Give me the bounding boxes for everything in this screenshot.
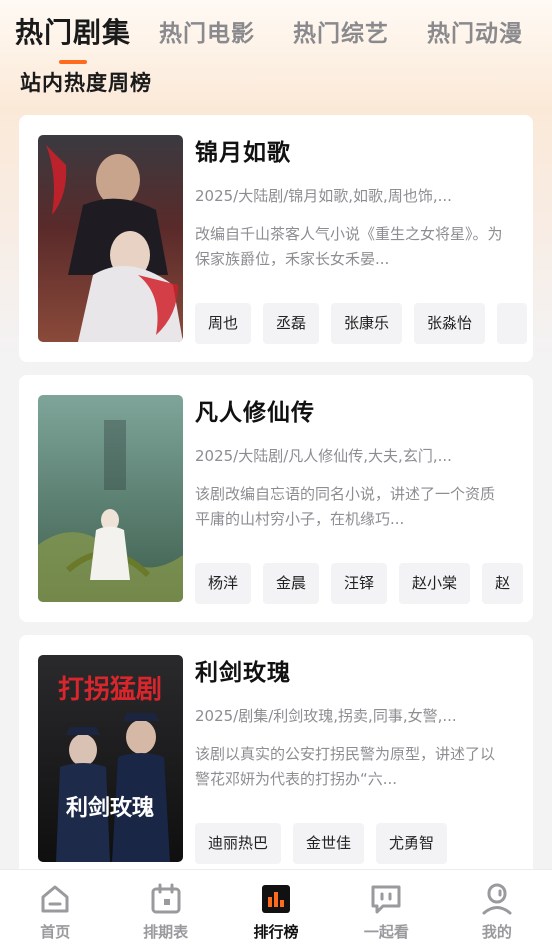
tabbar-label: 排期表 bbox=[143, 923, 189, 941]
show-description: 该剧改编自忘语的同名小说，讲述了一个资质平庸的山村穷小子，在机缘巧... bbox=[195, 485, 496, 528]
tabbar-ranking[interactable]: 排行榜 bbox=[221, 870, 331, 951]
actor-list: 杨洋 金晨 汪铎 赵小棠 赵 bbox=[195, 563, 533, 604]
tabbar-label: 首页 bbox=[40, 923, 71, 941]
category-tabs: 热门剧集 热门电影 热门综艺 热门动漫 bbox=[0, 0, 552, 62]
actor-tag[interactable]: 尤勇智 bbox=[376, 823, 448, 864]
show-card[interactable]: 锦月如歌 2025/大陆剧/锦月如歌,如歌,周也饰,... 改编自千山茶客人气小… bbox=[19, 115, 533, 362]
show-description: 该剧以真实的公安打拐民警为原型，讲述了以警花邓妍为代表的打拐办“六... bbox=[195, 745, 496, 788]
show-info: 利剑玫瑰 2025/剧集/利剑玫瑰,拐卖,同事,女警,... 该剧以真实的公安打… bbox=[195, 653, 515, 792]
show-title[interactable]: 凡人修仙传 bbox=[195, 393, 515, 427]
actor-tag[interactable]: 张康乐 bbox=[331, 303, 403, 344]
actor-tag[interactable]: 杨洋 bbox=[195, 563, 252, 604]
show-info: 凡人修仙传 2025/大陆剧/凡人修仙传,大夫,玄门,... 该剧改编自忘语的同… bbox=[195, 393, 515, 532]
calendar-icon bbox=[149, 882, 183, 916]
tab-hot-anime[interactable]: 热门动漫 bbox=[427, 14, 523, 48]
tabbar-label: 我的 bbox=[481, 923, 512, 941]
show-title[interactable]: 锦月如歌 bbox=[195, 133, 515, 167]
show-poster[interactable]: 打拐猛剧 利剑玫瑰 bbox=[38, 655, 183, 862]
actor-tag[interactable]: 周也 bbox=[195, 303, 252, 344]
poster-title-top: 打拐猛剧 bbox=[58, 675, 162, 705]
show-meta: 2025/剧集/利剑玫瑰,拐卖,同事,女警,... bbox=[195, 707, 457, 725]
tabbar-profile[interactable]: 我的 bbox=[442, 870, 552, 951]
tab-hot-series[interactable]: 热门剧集 bbox=[15, 11, 131, 51]
show-card[interactable]: 凡人修仙传 2025/大陆剧/凡人修仙传,大夫,玄门,... 该剧改编自忘语的同… bbox=[19, 375, 533, 622]
chart-icon bbox=[259, 882, 293, 916]
actor-list: 迪丽热巴 金世佳 尤勇智 bbox=[195, 823, 533, 864]
poster-title-bottom: 利剑玫瑰 bbox=[66, 795, 154, 821]
show-meta: 2025/大陆剧/凡人修仙传,大夫,玄门,... bbox=[195, 447, 452, 465]
tab-hot-movies[interactable]: 热门电影 bbox=[159, 14, 255, 48]
show-meta: 2025/大陆剧/锦月如歌,如歌,周也饰,... bbox=[195, 187, 452, 205]
show-poster[interactable] bbox=[38, 135, 183, 342]
actor-tag[interactable]: 赵小棠 bbox=[399, 563, 471, 604]
actor-tag[interactable]: 汪铎 bbox=[331, 563, 388, 604]
actor-tag[interactable]: 赵 bbox=[482, 563, 524, 604]
actor-tag[interactable]: 金晨 bbox=[263, 563, 320, 604]
bottom-tab-bar: 首页 排期表 排行榜 一起看 我的 bbox=[0, 869, 552, 951]
home-icon bbox=[38, 882, 72, 916]
ranking-list: 锦月如歌 2025/大陆剧/锦月如歌,如歌,周也饰,... 改编自千山茶客人气小… bbox=[19, 115, 533, 895]
actor-tag[interactable]: 金世佳 bbox=[293, 823, 365, 864]
tab-hot-variety[interactable]: 热门综艺 bbox=[293, 14, 389, 48]
actor-tag[interactable]: 张淼怡 bbox=[414, 303, 486, 344]
show-title[interactable]: 利剑玫瑰 bbox=[195, 653, 515, 687]
tabbar-watch-together[interactable]: 一起看 bbox=[331, 870, 441, 951]
show-card[interactable]: 打拐猛剧 利剑玫瑰 利剑玫瑰 2025/剧集/利剑玫瑰,拐卖,同事,女警,...… bbox=[19, 635, 533, 882]
show-poster[interactable] bbox=[38, 395, 183, 602]
section-title: 站内热度周榜 bbox=[20, 71, 152, 95]
chat-icon bbox=[369, 882, 403, 916]
profile-icon bbox=[480, 882, 514, 916]
tabbar-schedule[interactable]: 排期表 bbox=[110, 870, 220, 951]
tabbar-label: 排行榜 bbox=[253, 923, 299, 941]
actor-tag[interactable]: 迪丽热巴 bbox=[195, 823, 282, 864]
actor-tag[interactable]: 丞磊 bbox=[263, 303, 320, 344]
actor-list: 周也 丞磊 张康乐 张淼怡 bbox=[195, 303, 533, 344]
show-description: 改编自千山茶客人气小说《重生之女将星》。为保家族爵位，禾家长女禾晏... bbox=[195, 225, 503, 268]
show-info: 锦月如歌 2025/大陆剧/锦月如歌,如歌,周也饰,... 改编自千山茶客人气小… bbox=[195, 133, 515, 272]
tabbar-label: 一起看 bbox=[363, 923, 409, 941]
tabbar-home[interactable]: 首页 bbox=[0, 870, 110, 951]
actor-tag[interactable] bbox=[497, 303, 528, 344]
